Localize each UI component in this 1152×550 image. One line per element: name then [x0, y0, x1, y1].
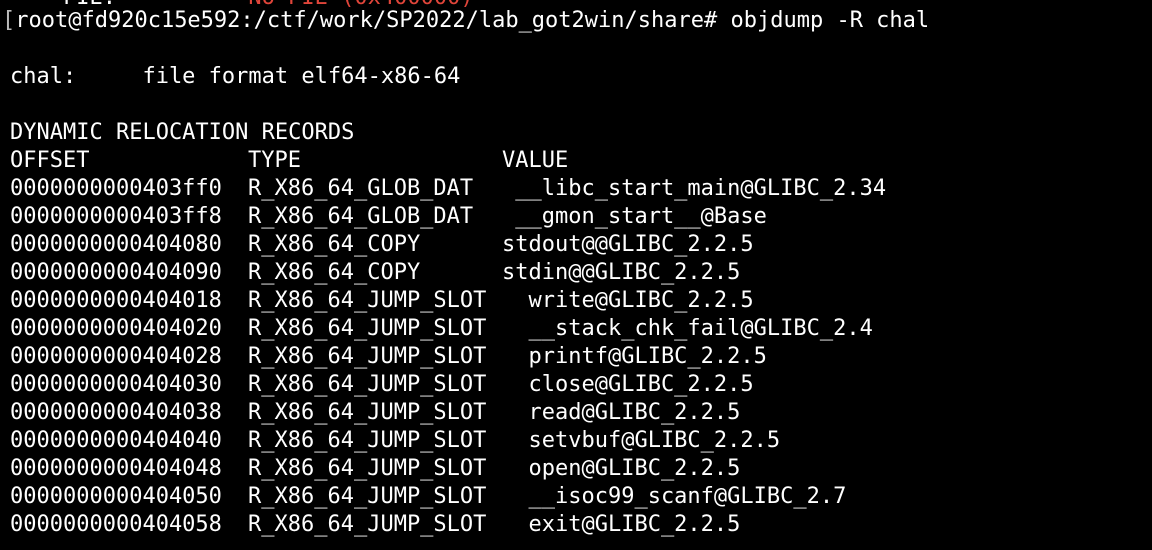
record-type: R_X86_64_COPY — [248, 232, 421, 257]
record-value: stdout@@GLIBC_2.2.5 — [502, 232, 754, 257]
prompt-bracket: [ — [2, 8, 16, 33]
record-type: R_X86_64_JUMP_SLOT — [248, 288, 487, 313]
relocation-row: 0000000000404048 R_X86_64_JUMP_SLOT open@… — [10, 455, 929, 483]
record-value: write@GLIBC_2.2.5 — [502, 288, 754, 313]
header-type: TYPE — [248, 148, 301, 173]
record-value: __gmon_start__@Base — [502, 204, 767, 229]
record-value: __isoc99_scanf@GLIBC_2.7 — [502, 484, 847, 509]
record-offset: 0000000000404038 — [10, 400, 222, 425]
record-value: __stack_chk_fail@GLIBC_2.4 — [502, 316, 873, 341]
relocation-row: 0000000000404030 R_X86_64_JUMP_SLOT close… — [10, 371, 929, 399]
relocation-row: 0000000000404040 R_X86_64_JUMP_SLOT setvb… — [10, 427, 929, 455]
record-type: R_X86_64_JUMP_SLOT — [248, 484, 487, 509]
record-offset: 0000000000404080 — [10, 232, 222, 257]
record-value: close@GLIBC_2.2.5 — [502, 372, 754, 397]
record-type: R_X86_64_GLOB_DAT — [248, 204, 474, 229]
record-type: R_X86_64_COPY — [248, 260, 421, 285]
record-offset: 0000000000404040 — [10, 428, 222, 453]
record-type: R_X86_64_JUMP_SLOT — [248, 456, 487, 481]
record-offset: 0000000000404018 — [10, 288, 222, 313]
terminal-output: [root@fd920c15e592:/ctf/work/SP2022/lab_… — [2, 7, 929, 539]
record-type: R_X86_64_JUMP_SLOT — [248, 400, 487, 425]
relocation-row: 0000000000404050 R_X86_64_JUMP_SLOT __iso… — [10, 483, 929, 511]
record-type: R_X86_64_JUMP_SLOT — [248, 512, 487, 537]
record-value: setvbuf@GLIBC_2.2.5 — [502, 428, 781, 453]
record-offset: 0000000000403ff0 — [10, 176, 222, 201]
file-format-line: chal: file format elf64-x86-64 — [10, 64, 461, 89]
record-value: open@GLIBC_2.2.5 — [502, 456, 741, 481]
record-type: R_X86_64_JUMP_SLOT — [248, 428, 487, 453]
relocation-row: 0000000000403ff0 R_X86_64_GLOB_DAT __libc… — [10, 175, 929, 203]
record-value: printf@GLIBC_2.2.5 — [502, 344, 767, 369]
section-title: DYNAMIC RELOCATION RECORDS — [10, 120, 355, 145]
command-prompt-line: [root@fd920c15e592:/ctf/work/SP2022/lab_… — [2, 7, 929, 35]
relocation-row: 0000000000404020 R_X86_64_JUMP_SLOT __sta… — [10, 315, 929, 343]
record-value: stdin@@GLIBC_2.2.5 — [502, 260, 741, 285]
relocation-row: 0000000000404058 R_X86_64_JUMP_SLOT exit@… — [10, 511, 929, 539]
record-value: read@GLIBC_2.2.5 — [502, 400, 741, 425]
record-offset: 0000000000404030 — [10, 372, 222, 397]
record-offset: 0000000000404090 — [10, 260, 222, 285]
record-value: exit@GLIBC_2.2.5 — [502, 512, 741, 537]
relocation-header-row: OFFSET TYPE VALUE — [10, 147, 929, 175]
relocation-row: 0000000000404028 R_X86_64_JUMP_SLOT print… — [10, 343, 929, 371]
relocation-records: 0000000000403ff0 R_X86_64_GLOB_DAT __libc… — [10, 175, 929, 539]
record-type: R_X86_64_JUMP_SLOT — [248, 344, 487, 369]
relocation-row: 0000000000404090 R_X86_64_COPY stdin@@GLIB… — [10, 259, 929, 287]
record-offset: 0000000000403ff8 — [10, 204, 222, 229]
record-offset: 0000000000404050 — [10, 484, 222, 509]
relocation-row: 0000000000404080 R_X86_64_COPY stdout@@GLI… — [10, 231, 929, 259]
record-offset: 0000000000404020 — [10, 316, 222, 341]
relocation-row: 0000000000404038 R_X86_64_JUMP_SLOT read@… — [10, 399, 929, 427]
relocation-row: 0000000000404018 R_X86_64_JUMP_SLOT write… — [10, 287, 929, 315]
header-offset: OFFSET — [10, 148, 90, 173]
terminal-window[interactable]: FIE: No PIE (0x400000) [root@fd920c15e59… — [0, 0, 1152, 550]
relocation-row: 0000000000403ff8 R_X86_64_GLOB_DAT __gmon… — [10, 203, 929, 231]
record-type: R_X86_64_JUMP_SLOT — [248, 372, 487, 397]
record-value: __libc_start_main@GLIBC_2.34 — [502, 176, 887, 201]
record-type: R_X86_64_GLOB_DAT — [248, 176, 474, 201]
record-type: R_X86_64_JUMP_SLOT — [248, 316, 487, 341]
prompt-command-text: root@fd920c15e592:/ctf/work/SP2022/lab_g… — [15, 8, 930, 33]
record-offset: 0000000000404028 — [10, 344, 222, 369]
header-value: VALUE — [502, 148, 569, 173]
record-offset: 0000000000404048 — [10, 456, 222, 481]
record-offset: 0000000000404058 — [10, 512, 222, 537]
